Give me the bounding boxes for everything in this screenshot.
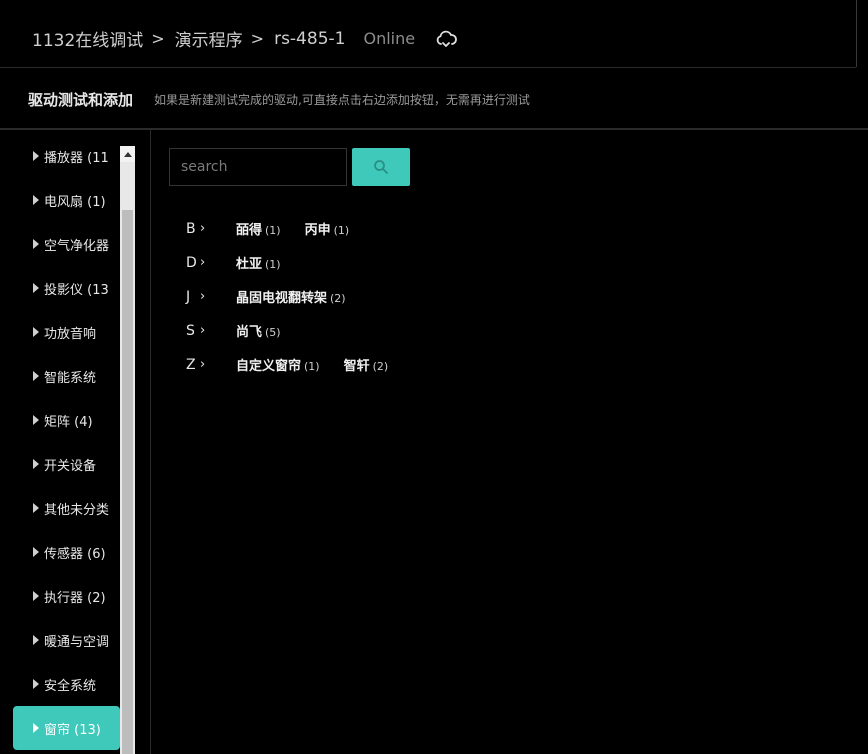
sidebar-category-label: 暖通与空调 (44, 634, 110, 650)
sidebar-category-label: 投影仪 (13 (44, 282, 109, 298)
expand-triangle-icon (33, 547, 39, 557)
chevron-right-icon: › (200, 221, 206, 236)
brand-name: 尚飞 (236, 325, 263, 340)
expand-triangle-icon (33, 679, 39, 689)
expand-triangle-icon (33, 415, 39, 425)
sidebar-category-label: 其他未分类 (44, 502, 110, 518)
brand-group-letter: J (186, 288, 191, 305)
top-bar: 1132在线调试 > 演示程序 > rs-485-1 Online (0, 0, 856, 68)
expand-triangle-icon (33, 635, 39, 645)
expand-triangle-icon (33, 283, 39, 293)
top-bar-divider (856, 0, 857, 67)
sidebar-category-item[interactable]: 安全系统 (13, 662, 120, 706)
page-title: 驱动测试和添加 (28, 91, 134, 109)
expand-triangle-icon (33, 503, 39, 513)
chevron-right-icon: › (200, 289, 206, 304)
brand-name: 自定义窗帘 (236, 359, 302, 374)
brand-count: (2) (372, 360, 389, 373)
sidebar-category-label: 安全系统 (44, 678, 97, 694)
brand-count: (1) (265, 258, 281, 271)
breadcrumb: 1132在线调试 > 演示程序 > rs-485-1 Online (32, 26, 457, 51)
breadcrumb-chevron-icon: > (250, 29, 265, 48)
chevron-right-icon: › (200, 323, 206, 338)
sidebar-category-item[interactable]: 空气净化器 (13, 222, 120, 266)
brand-group-letter: Z (186, 356, 196, 373)
sidebar-category-label: 播放器 (11 (44, 150, 109, 166)
sidebar-category-label: 电风扇 (1) (44, 194, 106, 210)
cloud-sync-icon[interactable] (435, 28, 457, 50)
sidebar-category-item[interactable]: 功放音响 (13, 310, 120, 354)
brand-group-letter: S (186, 322, 195, 339)
brand-group-letter: D (186, 254, 197, 271)
sidebar-category-label: 开关设备 (44, 458, 97, 474)
brand-name: 皕得 (236, 223, 263, 238)
sidebar-category-item[interactable]: 电风扇 (1) (13, 178, 120, 222)
sidebar-category-item[interactable]: 传感器 (6) (13, 530, 120, 574)
status-badge: Online (363, 29, 416, 48)
brand-item[interactable]: 杜亚 (1) (236, 253, 281, 272)
sidebar-category-item[interactable]: 投影仪 (13 (13, 266, 120, 310)
brand-item[interactable]: 皕得 (1) (236, 219, 281, 238)
brand-count: (1) (265, 224, 281, 237)
category-sidebar: 窗帘 (13) 安全系统 暖通与空调 执行器 (2) 传感器 (6) 其他未分类 开关设备 矩… (0, 130, 151, 754)
breadcrumb-item-debug[interactable]: 1132在线调试 (32, 26, 143, 51)
brand-group-row: B › 皕得 (1) 丙申 (1) (186, 219, 350, 239)
sidebar-category-label: 窗帘 (13) (44, 722, 101, 738)
brand-group-letter: B (186, 220, 196, 237)
brand-name: 智轩 (343, 359, 370, 374)
page-hint: 如果是新建测试完成的驱动,可直接点击右边添加按钮，无需再进行测试 (154, 93, 530, 107)
scrollbar-thumb[interactable] (122, 210, 133, 754)
sidebar-category-label: 功放音响 (44, 326, 97, 342)
sidebar-category-item[interactable]: 播放器 (11 (13, 134, 120, 178)
chevron-right-icon: › (200, 255, 206, 270)
search-input[interactable] (169, 148, 347, 186)
chevron-right-icon: › (200, 357, 206, 372)
brand-count: (1) (333, 224, 350, 237)
sidebar-category-item[interactable]: 窗帘 (13) (13, 706, 120, 750)
expand-triangle-icon (33, 371, 39, 381)
sidebar-category-label: 执行器 (2) (44, 590, 106, 606)
brand-item[interactable]: 智轩 (2) (344, 355, 389, 374)
sidebar-category-item[interactable]: 开关设备 (13, 442, 120, 486)
sidebar-category-item[interactable]: 其他未分类 (13, 486, 120, 530)
brand-item[interactable]: 晶固电视翻转架 (2) (236, 287, 346, 306)
brand-count: (2) (330, 292, 346, 305)
sidebar-category-item[interactable]: 智能系统 (13, 354, 120, 398)
brand-group-row: Z › 自定义窗帘 (1) 智轩 (2) (186, 355, 389, 375)
breadcrumb-chevron-icon: > (151, 29, 165, 48)
sidebar-category-label: 空气净化器 (44, 238, 110, 254)
brand-item[interactable]: 丙申 (1) (305, 219, 350, 238)
brand-group-row: D › 杜亚 (1) (186, 253, 281, 273)
brand-group-row: S › 尚飞 (5) (186, 321, 281, 341)
breadcrumb-item-port[interactable]: rs-485-1 (274, 29, 345, 49)
sidebar-category-item[interactable]: 执行器 (2) (13, 574, 120, 618)
sidebar-category-label: 智能系统 (44, 370, 97, 386)
brand-name: 丙申 (304, 223, 331, 238)
brand-name: 晶固电视翻转架 (236, 291, 328, 306)
page-subheader: 驱动测试和添加 如果是新建测试完成的驱动,可直接点击右边添加按钮，无需再进行测试 (0, 68, 868, 130)
brand-name: 杜亚 (236, 257, 263, 272)
scroll-up-icon[interactable] (120, 146, 135, 162)
brand-count: (5) (265, 326, 281, 339)
breadcrumb-item-program[interactable]: 演示程序 (175, 26, 243, 51)
expand-triangle-icon (33, 195, 39, 205)
sidebar-category-item[interactable]: 矩阵 (4) (13, 398, 120, 442)
brand-item[interactable]: 尚飞 (5) (236, 321, 281, 340)
sidebar-scrollbar[interactable] (120, 146, 135, 754)
brand-group-row: J › 晶固电视翻转架 (2) (186, 287, 346, 307)
sidebar-category-label: 传感器 (6) (44, 546, 106, 562)
search-button[interactable] (352, 148, 410, 186)
expand-triangle-icon (33, 723, 39, 733)
expand-triangle-icon (33, 327, 39, 337)
search-icon (374, 160, 388, 174)
brand-item[interactable]: 自定义窗帘 (1) (236, 355, 320, 374)
brand-count: (1) (304, 360, 320, 373)
sidebar-category-item[interactable]: 暖通与空调 (13, 618, 120, 662)
expand-triangle-icon (33, 151, 39, 161)
expand-triangle-icon (33, 459, 39, 469)
expand-triangle-icon (33, 591, 39, 601)
sidebar-category-label: 矩阵 (4) (44, 414, 93, 430)
expand-triangle-icon (33, 239, 39, 249)
